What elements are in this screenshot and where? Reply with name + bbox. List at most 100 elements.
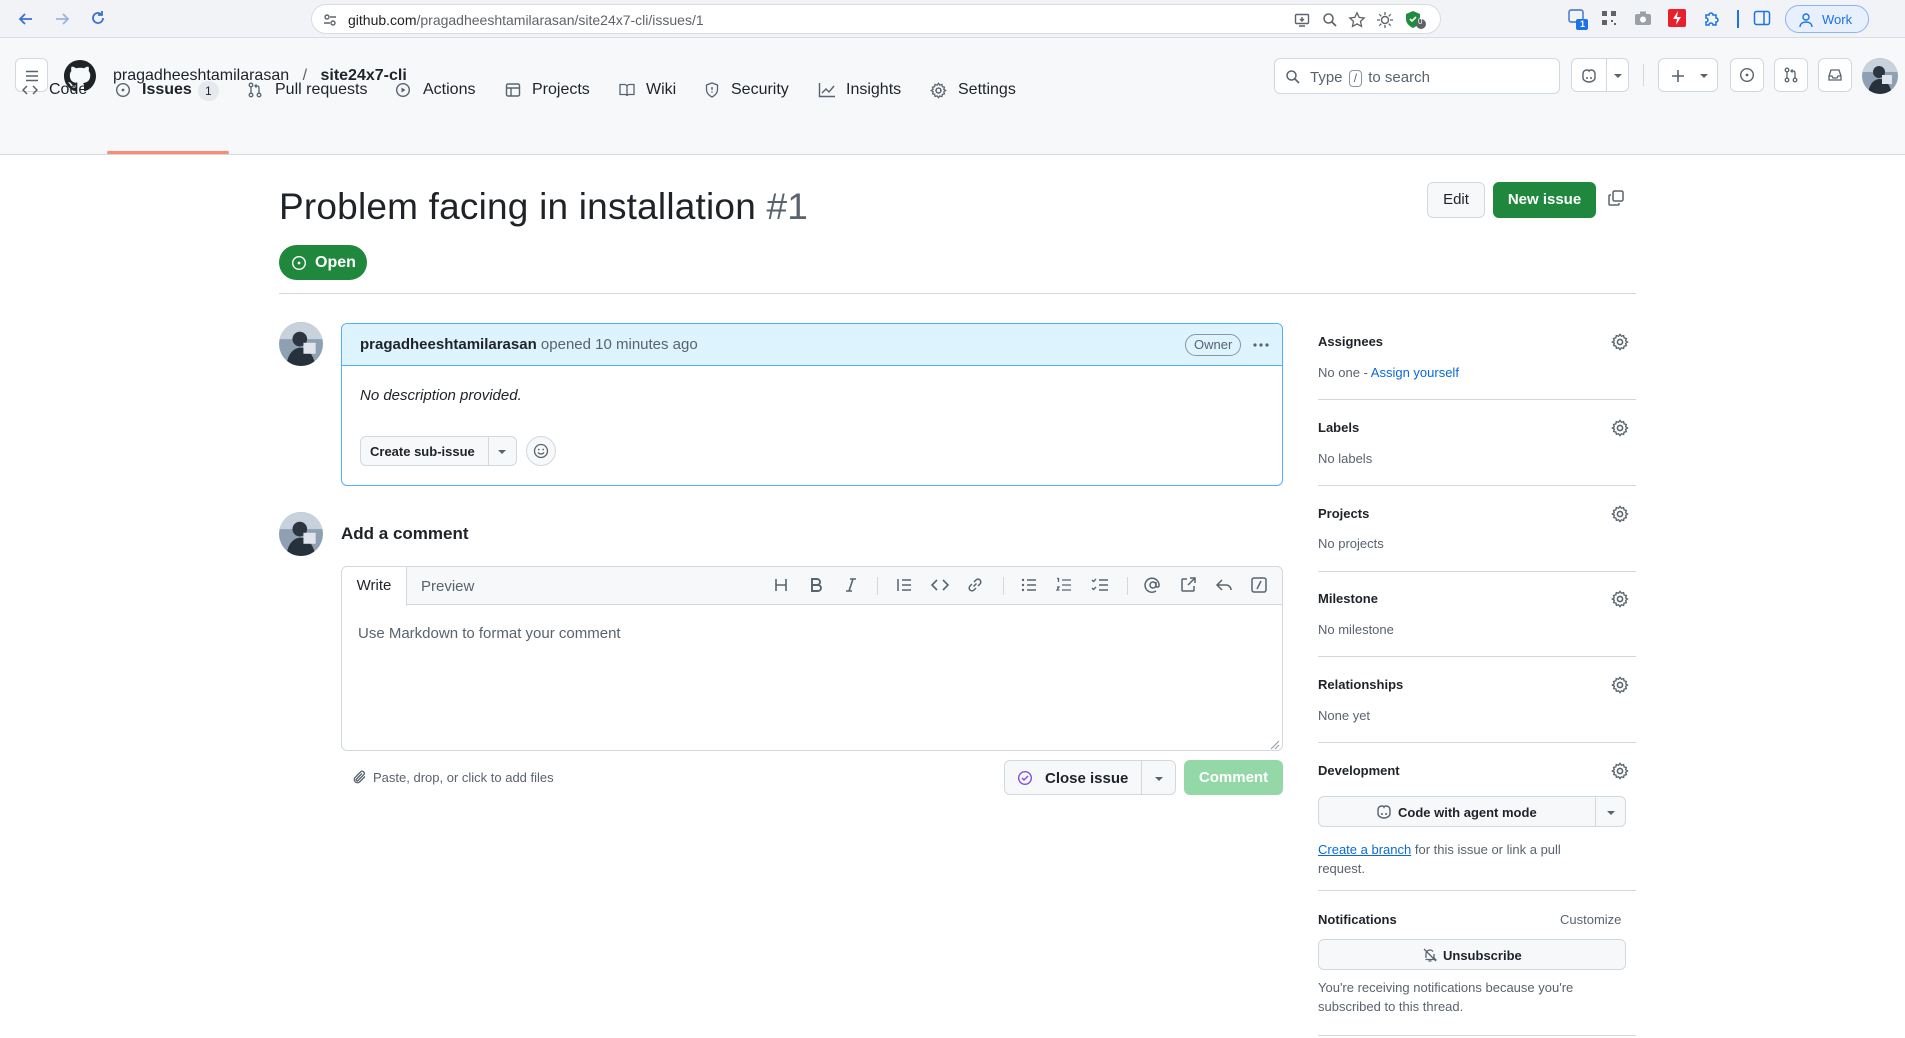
smiley-icon <box>533 443 549 459</box>
current-user-avatar[interactable] <box>279 512 323 556</box>
gear-icon[interactable] <box>1611 505 1629 523</box>
camera-icon[interactable] <box>1634 9 1652 27</box>
comment-textarea[interactable]: Use Markdown to format your comment <box>358 625 621 642</box>
code-icon[interactable] <box>930 575 950 595</box>
heading-icon[interactable] <box>771 575 791 595</box>
chevron-down-icon <box>1613 72 1623 80</box>
bold-icon[interactable] <box>806 575 826 595</box>
profile-button[interactable]: Work <box>1785 5 1869 33</box>
create-new-button[interactable] <box>1658 58 1718 92</box>
chevron-down-icon[interactable] <box>1154 775 1164 783</box>
copilot-button[interactable] <box>1571 58 1629 92</box>
copilot-icon <box>1580 68 1598 84</box>
development-heading[interactable]: Development <box>1318 763 1400 778</box>
issue-number: #1 <box>766 186 809 227</box>
qr-code-icon[interactable] <box>1600 9 1618 27</box>
browser-toolbar: github.com/pragadheeshtamilarasan/site24… <box>0 0 1905 38</box>
install-app-icon[interactable] <box>1294 12 1310 28</box>
author-link[interactable]: pragadheeshtamilarasan <box>360 336 537 353</box>
assign-yourself-link[interactable]: Assign yourself <box>1371 365 1459 380</box>
user-avatar[interactable] <box>1862 58 1898 94</box>
address-bar[interactable]: github.com/pragadheeshtamilarasan/site24… <box>311 4 1441 34</box>
tab-label: Settings <box>958 81 1016 98</box>
relationships-heading[interactable]: Relationships <box>1318 677 1403 692</box>
extension-sun-icon[interactable] <box>1376 11 1394 29</box>
customize-link[interactable]: Customize <box>1560 912 1621 927</box>
issue-opened-icon <box>291 255 307 271</box>
gear-icon[interactable] <box>1611 333 1629 351</box>
assignees-heading[interactable]: Assignees <box>1318 334 1383 349</box>
projects-heading[interactable]: Projects <box>1318 506 1369 521</box>
site-settings-icon[interactable] <box>322 12 338 28</box>
issue-title: Problem facing in installation #1 <box>279 186 808 228</box>
unsubscribe-button[interactable]: Unsubscribe <box>1318 939 1626 970</box>
gear-icon[interactable] <box>1611 419 1629 437</box>
bookmark-star-icon[interactable] <box>1348 11 1366 29</box>
shield-extension-icon[interactable]: 0 <box>1404 10 1426 30</box>
tab-preview[interactable]: Preview <box>421 578 474 595</box>
back-icon[interactable] <box>16 9 36 29</box>
sidebar-divider <box>1318 742 1636 743</box>
sidebar-panel-icon[interactable] <box>1753 9 1771 27</box>
toolbar-divider <box>877 577 878 595</box>
search-input[interactable]: Type / to search <box>1274 58 1560 94</box>
tab-label: Insights <box>846 81 902 98</box>
edit-button[interactable]: Edit <box>1427 182 1485 218</box>
comment-timestamp[interactable]: opened 10 minutes ago <box>541 336 698 353</box>
link-icon[interactable] <box>965 575 985 595</box>
copy-icon[interactable] <box>1607 189 1625 207</box>
close-issue-label: Close issue <box>1045 770 1129 787</box>
attach-files-hint[interactable]: Paste, drop, or click to add files <box>373 770 554 785</box>
agent-button-label: Code with agent mode <box>1398 805 1537 820</box>
ordered-list-icon[interactable] <box>1054 575 1074 595</box>
cross-reference-icon[interactable] <box>1178 575 1198 595</box>
inbox-button[interactable] <box>1818 58 1852 92</box>
author-avatar[interactable] <box>279 322 323 366</box>
profile-label: Work <box>1822 12 1853 27</box>
slash-command-icon[interactable] <box>1249 575 1269 595</box>
tab-label: Code <box>49 81 88 98</box>
projects-value: No projects <box>1318 536 1384 551</box>
sidebar-divider <box>1318 485 1636 486</box>
close-issue-button[interactable]: Close issue <box>1004 760 1176 795</box>
reload-icon[interactable] <box>88 9 108 29</box>
button-divider <box>488 437 489 465</box>
gear-icon[interactable] <box>1611 762 1629 780</box>
puzzle-icon[interactable] <box>1702 9 1720 27</box>
owner-badge: Owner <box>1185 334 1242 356</box>
chevron-down-icon[interactable] <box>497 448 507 456</box>
comment-button[interactable]: Comment <box>1184 760 1283 795</box>
forward-icon[interactable] <box>52 9 72 29</box>
create-sub-issue-button[interactable]: Create sub-issue <box>360 436 517 466</box>
add-reaction-button[interactable] <box>526 436 556 466</box>
pull-requests-shortcut-button[interactable] <box>1774 58 1808 92</box>
mention-icon[interactable] <box>1143 575 1163 595</box>
unordered-list-icon[interactable] <box>1019 575 1039 595</box>
reply-icon[interactable] <box>1214 575 1234 595</box>
zoom-icon[interactable] <box>1322 12 1338 28</box>
milestone-heading[interactable]: Milestone <box>1318 591 1378 606</box>
create-branch-link[interactable]: Create a branch <box>1318 842 1411 857</box>
quote-icon[interactable] <box>894 575 914 595</box>
gear-icon[interactable] <box>1611 676 1629 694</box>
new-issue-button[interactable]: New issue <box>1493 182 1596 218</box>
chevron-down-icon[interactable] <box>1606 809 1616 817</box>
kebab-horizontal-icon[interactable] <box>1252 337 1270 353</box>
task-list-icon[interactable] <box>1090 575 1110 595</box>
gear-icon[interactable] <box>1611 590 1629 608</box>
status-label: Open <box>315 254 356 271</box>
resize-handle-icon[interactable] <box>1270 740 1280 750</box>
labels-heading[interactable]: Labels <box>1318 420 1359 435</box>
flash-extension-icon[interactable] <box>1668 9 1686 27</box>
issues-shortcut-button[interactable] <box>1730 58 1764 92</box>
code-with-agent-button[interactable]: Code with agent mode <box>1318 796 1626 827</box>
italic-icon[interactable] <box>841 575 861 595</box>
button-divider <box>1595 797 1596 826</box>
assignees-value: No one - Assign yourself <box>1318 365 1459 380</box>
tab-write[interactable]: Write <box>342 567 407 606</box>
unsubscribe-label: Unsubscribe <box>1443 948 1522 963</box>
tab-label: Pull requests <box>275 81 368 98</box>
tab-label: Actions <box>423 81 476 98</box>
paperclip-icon[interactable] <box>352 769 368 785</box>
extension-badge-icon[interactable]: 1 <box>1568 9 1588 30</box>
